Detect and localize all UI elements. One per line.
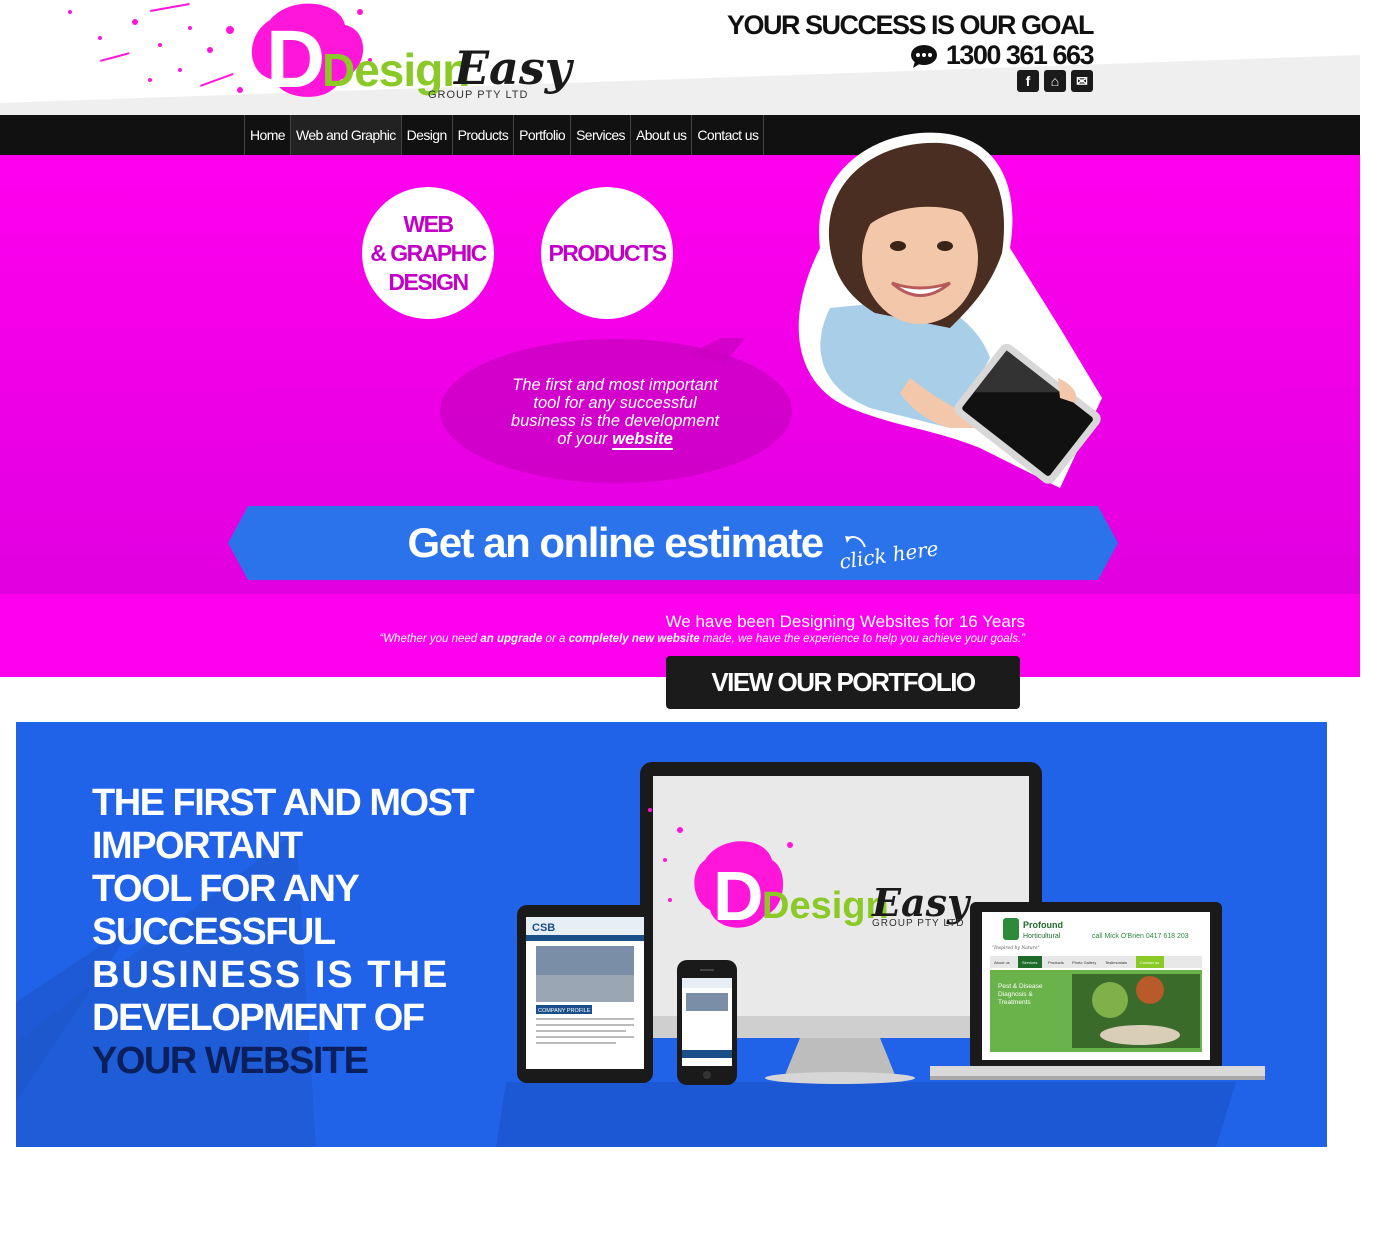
headline-line: TOOL FOR ANY SUCCESSFUL	[92, 868, 359, 953]
laptop-menu-item: Services	[1022, 960, 1037, 965]
years-quote: “Whether you need an upgrade or a comple…	[379, 633, 1025, 645]
nav-item-contact-us[interactable]: Contact us	[691, 115, 765, 155]
products-circle[interactable]: PRODUCTS	[541, 187, 673, 319]
quote-upgrade: an upgrade	[480, 633, 543, 645]
laptop-phone: call Mick O'Brien 0417 618 203	[1092, 933, 1189, 940]
headline-your-website: YOUR WEBSITE	[92, 1040, 369, 1082]
chat-bubble-icon	[910, 44, 937, 68]
phone	[677, 960, 737, 1085]
view-portfolio-button[interactable]: VIEW OUR PORTFOLIO	[666, 656, 1020, 709]
nav-item-home[interactable]: Home	[244, 115, 290, 155]
headline-line: BUSINESS IS THE	[92, 954, 450, 996]
quote-part: “Whether you need	[379, 633, 481, 645]
laptop-banner-line: Diagnosis &	[998, 991, 1033, 998]
nav-item-services[interactable]: Services	[570, 115, 630, 155]
headline-line: THE FIRST AND MOST IMPORTANT	[92, 782, 475, 867]
circle-web-line1: WEB	[403, 210, 454, 237]
laptop-banner-line: Pest & Disease	[998, 983, 1043, 990]
online-estimate-label[interactable]: Get an online estimate click here	[228, 506, 1118, 580]
nav-menu: Home Web and Graphic Design Products Por…	[244, 115, 765, 165]
laptop-brand: Profound	[1023, 920, 1063, 930]
quote-part: or a	[542, 633, 569, 645]
svg-text:CSB: CSB	[532, 922, 555, 934]
nav-item-about-us[interactable]: About us	[629, 115, 691, 155]
monitor-logo-word1: Design	[762, 885, 889, 927]
circle-web-line3: DESIGN	[388, 268, 469, 295]
tablet-section: COMPANY PROFILE	[538, 1008, 591, 1014]
laptop-menu-item: Contact us	[1140, 960, 1159, 965]
quote-part: made, we have the experience to help you…	[699, 633, 1025, 645]
quote-new-website: completely new website	[568, 633, 700, 645]
circle-products-label: PRODUCTS	[548, 239, 667, 266]
svg-text:D: D	[713, 857, 764, 935]
showcase-headline: THE FIRST AND MOST IMPORTANT TOOL FOR AN…	[92, 782, 562, 1083]
headline-line: DEVELOPMENT OF	[92, 997, 425, 1039]
years-title: We have been Designing Websites for 16 Y…	[665, 612, 1025, 631]
woman-with-tablet-image	[798, 132, 1102, 488]
logo-d: D	[266, 14, 325, 105]
laptop-menu-item: Photo Gallery	[1072, 960, 1096, 965]
web-graphic-design-circle[interactable]: WEB & GRAPHIC DESIGN	[362, 187, 494, 319]
bubble-prefix: of your	[557, 430, 613, 448]
facebook-icon[interactable]: f	[1017, 70, 1039, 92]
header-phone[interactable]: 1300 361 663	[946, 40, 1095, 71]
email-icon[interactable]: ✉	[1071, 70, 1093, 92]
speech-bubble-text: The first and most important tool for an…	[470, 376, 760, 450]
laptop-menu-item: Products	[1048, 960, 1064, 965]
bubble-line-last: of your website	[470, 430, 760, 450]
logo-word2: Easy	[452, 41, 575, 95]
laptop-banner-line: Treatments	[998, 999, 1031, 1006]
bubble-line: tool for any successful	[533, 394, 697, 412]
laptop: Profound Horticultural call Mick O'Brien…	[930, 902, 1265, 1080]
logo-sub: GROUP PTY LTD	[428, 89, 528, 101]
laptop-menu-item: Testimonials	[1105, 960, 1127, 965]
social-links: f ⌂ ✉	[1017, 70, 1093, 92]
header-tagline: YOUR SUCCESS IS OUR GOAL	[726, 10, 1095, 40]
circle-web-line2: & GRAPHIC	[370, 239, 487, 266]
laptop-tagline: "Inspired by Nature"	[992, 945, 1040, 951]
bubble-line: The first and most important	[512, 376, 718, 394]
laptop-brand2: Horticultural	[1023, 933, 1061, 940]
monitor-logo-sub: GROUP PTY LTD	[872, 918, 964, 929]
logo[interactable]: D Design Easy GROUP PTY LTD	[40, 0, 600, 110]
home-icon[interactable]: ⌂	[1044, 70, 1066, 92]
nav-item-portfolio[interactable]: Portfolio	[513, 115, 570, 155]
header-phone-row: 1300 361 663	[910, 40, 1095, 71]
laptop-menu-item: About us	[994, 960, 1010, 965]
click-here-group: click here	[837, 519, 940, 574]
bubble-website: website	[612, 430, 673, 450]
responsive-devices-image: D Design Easy GROUP PTY LTD CSB COMPANY …	[517, 762, 1265, 1085]
nav-item-design[interactable]: Design	[400, 115, 452, 155]
tablet: CSB COMPANY PROFILE	[517, 905, 653, 1083]
estimate-text: Get an online estimate	[407, 519, 825, 566]
nav-item-products[interactable]: Products	[451, 115, 513, 155]
bubble-line: business is the development	[510, 412, 720, 430]
